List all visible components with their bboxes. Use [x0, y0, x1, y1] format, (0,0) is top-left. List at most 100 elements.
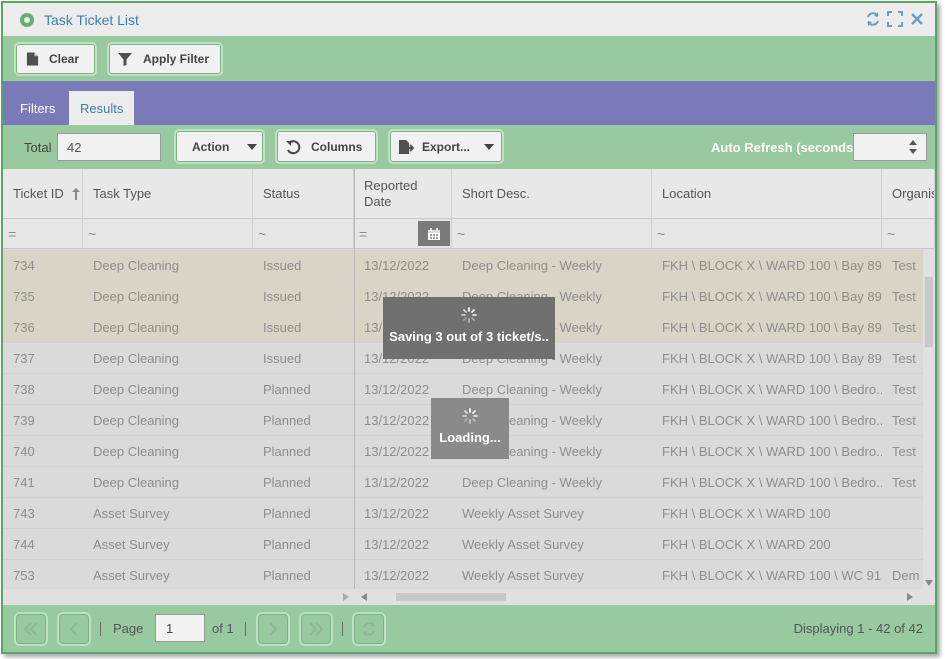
table-row[interactable]: 743 Asset Survey Planned 13/12/2022 Weekly A… — [3, 498, 923, 529]
organisation-cell: Test — [892, 444, 916, 459]
like-filter-icon[interactable]: ~ — [652, 219, 882, 249]
column-header-short-desc[interactable]: Short Desc. — [452, 169, 652, 219]
column-header-location[interactable]: Location — [652, 169, 882, 219]
columns-label: Columns — [311, 139, 363, 154]
table-row[interactable]: 741 Deep Cleaning Planned 13/12/2022 Deep Cl… — [3, 467, 923, 498]
column-header-organisation[interactable]: Organis — [882, 169, 935, 219]
horizontal-scroll-thumb[interactable] — [396, 593, 506, 601]
organisation-cell: Test — [892, 320, 916, 335]
page-number-input[interactable]: 1 — [155, 614, 205, 642]
task-type-cell: Asset Survey — [93, 568, 170, 583]
reported-date-cell: 13/12/2022 — [364, 506, 430, 521]
task-ticket-window: Task Ticket List Clear Apply Filter Filt… — [1, 1, 937, 654]
location-cell: FKH \ BLOCK X \ WARD 100 \ Bedro... — [662, 413, 882, 428]
refresh-icon[interactable] — [865, 11, 881, 27]
task-type-cell: Deep Cleaning — [93, 382, 180, 397]
next-page-button[interactable] — [256, 612, 290, 646]
status-cell: Planned — [263, 382, 311, 397]
close-icon[interactable] — [909, 11, 925, 27]
ticket-id-cell: 740 — [13, 444, 35, 459]
table-row[interactable]: 744 Asset Survey Planned 13/12/2022 Weekly A… — [3, 529, 923, 560]
organisation-cell — [882, 529, 923, 560]
like-filter-icon[interactable]: ~ — [83, 219, 253, 249]
task-type-cell: Deep Cleaning — [93, 444, 180, 459]
tab-results-label: Results — [80, 100, 124, 116]
scroll-left-icon[interactable] — [361, 593, 367, 601]
maximize-icon[interactable] — [887, 11, 903, 27]
tab-results[interactable]: Results — [69, 91, 135, 125]
table-row[interactable]: 734 Deep Cleaning Issued 13/12/2022 Deep Cle… — [3, 250, 923, 281]
last-page-button[interactable] — [299, 612, 333, 646]
export-button[interactable]: Export... — [388, 129, 504, 164]
like-filter-icon[interactable]: ~ — [452, 219, 652, 249]
double-chevron-right-icon — [309, 622, 324, 636]
auto-refresh-spinner[interactable] — [853, 133, 927, 161]
paging-toolbar: Page 1 of 1 Displaying 1 - 42 of 42 — [3, 605, 935, 652]
displaying-info: Displaying 1 - 42 of 42 — [793, 621, 923, 636]
organisation-cell — [882, 498, 923, 529]
previous-page-button[interactable] — [57, 612, 91, 646]
ticket-id-cell: 753 — [13, 568, 35, 583]
column-header-ticket-id[interactable]: Ticket ID — [3, 169, 83, 219]
short-desc-cell: Weekly Asset Survey — [462, 537, 584, 552]
scroll-right-icon[interactable] — [907, 593, 913, 601]
calendar-icon[interactable] — [418, 221, 450, 246]
column-header-label: Short Desc. — [462, 186, 530, 201]
location-cell: FKH \ BLOCK X \ WARD 100 \ Bay 891 — [662, 258, 882, 273]
vertical-scrollbar[interactable] — [923, 249, 935, 589]
ticket-grid: Ticket ID Task Type Status Reported Date… — [3, 169, 935, 605]
action-button[interactable]: Action — [174, 129, 265, 164]
tab-bar: Filters Results — [3, 81, 935, 125]
column-header-task-type[interactable]: Task Type — [83, 169, 253, 219]
title-bar: Task Ticket List — [3, 3, 935, 36]
location-cell: FKH \ BLOCK X \ WARD 100 \ Bedro... — [662, 444, 882, 459]
ticket-id-cell: 738 — [13, 382, 35, 397]
ticket-id-cell: 737 — [13, 351, 35, 366]
clear-button[interactable]: Clear — [14, 42, 97, 76]
vertical-scroll-thumb[interactable] — [925, 277, 933, 347]
organisation-cell: Test — [892, 289, 916, 304]
location-cell: FKH \ BLOCK X \ WARD 100 \ WC 915 — [662, 568, 882, 583]
status-cell: Planned — [263, 568, 311, 583]
ticket-id-cell: 735 — [13, 289, 35, 304]
columns-button[interactable]: Columns — [275, 129, 378, 164]
scroll-down-icon[interactable] — [925, 580, 933, 586]
double-chevron-left-icon — [23, 622, 38, 636]
pager-separator — [245, 622, 246, 636]
page-number-value: 1 — [166, 621, 174, 636]
table-row[interactable]: 753 Asset Survey Planned 13/12/2022 Weekly A… — [3, 560, 923, 591]
like-filter-icon[interactable]: ~ — [253, 219, 354, 249]
column-header-status[interactable]: Status — [253, 169, 354, 219]
organisation-cell: Dem — [892, 568, 920, 583]
ticket-id-cell: 743 — [13, 506, 35, 521]
location-cell: FKH \ BLOCK X \ WARD 100 \ Bay 893 — [662, 320, 882, 335]
filter-row: = ~ ~ = ~ ~ ~ — [3, 219, 935, 249]
column-header-reported-date[interactable]: Reported Date — [354, 169, 452, 219]
status-cell: Issued — [263, 289, 302, 304]
location-cell: FKH \ BLOCK X \ WARD 200 — [662, 537, 831, 552]
scroll-right-icon[interactable] — [343, 593, 349, 601]
chevron-right-icon — [269, 622, 278, 636]
like-filter-icon[interactable]: ~ — [882, 219, 935, 249]
task-type-cell: Deep Cleaning — [93, 475, 180, 490]
location-cell: FKH \ BLOCK X \ WARD 100 \ Bedro... — [662, 475, 882, 490]
horizontal-scrollbar[interactable] — [3, 589, 935, 605]
refresh-button[interactable] — [352, 612, 386, 646]
apply-filter-button[interactable]: Apply Filter — [107, 42, 223, 76]
filter-icon — [118, 53, 132, 66]
equals-filter-icon[interactable]: = — [3, 219, 83, 249]
status-cell: Planned — [263, 506, 311, 521]
short-desc-cell: Weekly Asset Survey — [462, 568, 584, 583]
tab-filters[interactable]: Filters — [9, 91, 66, 125]
chevron-down-icon — [247, 143, 258, 150]
ticket-id-cell: 734 — [13, 258, 35, 273]
first-page-button[interactable] — [14, 612, 48, 646]
reported-date-cell: 13/12/2022 — [364, 475, 430, 490]
organisation-cell: Test — [892, 475, 916, 490]
saving-overlay: Saving 3 out of 3 ticket/s.. — [383, 297, 555, 359]
column-header-label: Organis — [892, 186, 935, 201]
equals-filter-icon[interactable]: = — [354, 219, 452, 249]
task-type-cell: Deep Cleaning — [93, 351, 180, 366]
organisation-cell: Test — [892, 351, 916, 366]
spinner-arrows-icon[interactable] — [908, 139, 918, 155]
